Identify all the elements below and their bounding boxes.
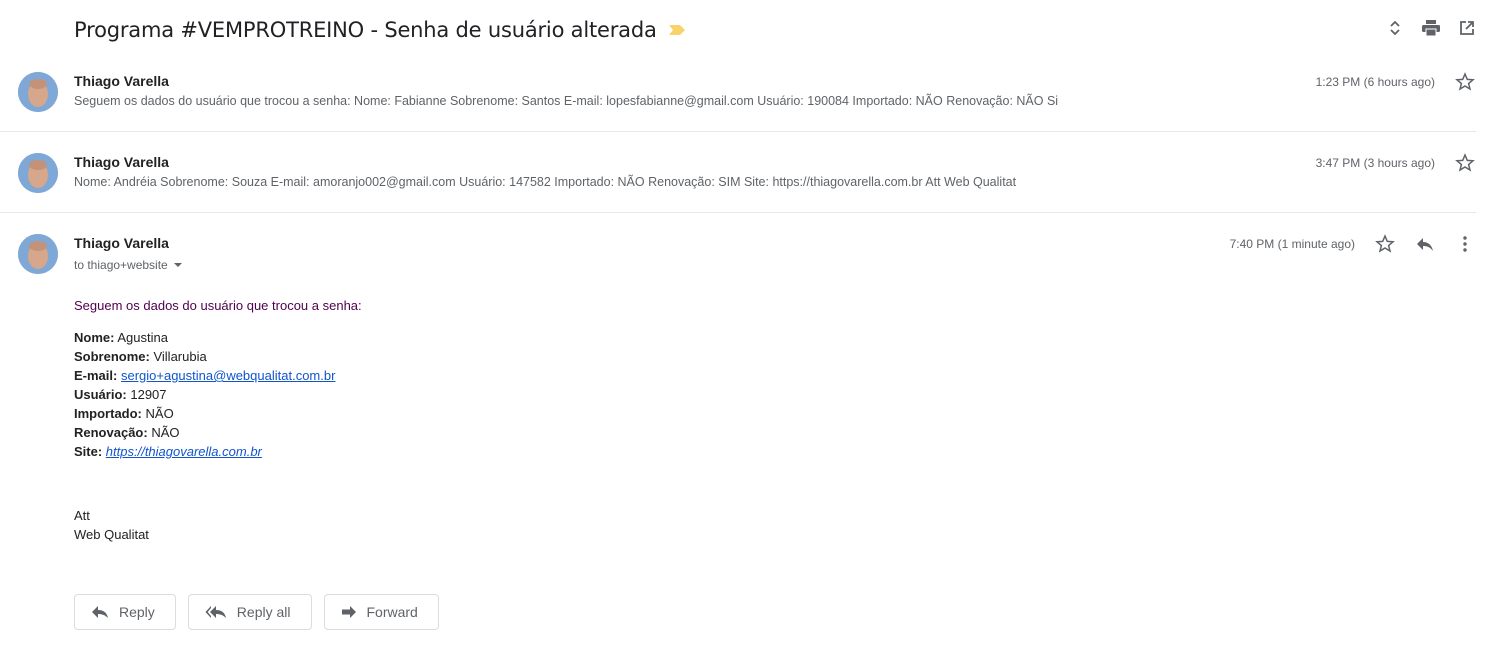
- message-collapsed-2[interactable]: Thiago Varella Nome: Andréia Sobrenome: …: [0, 133, 1476, 213]
- recipient-line[interactable]: to thiago+website: [74, 258, 182, 272]
- field-label: Importado:: [74, 406, 142, 421]
- field-label: Nome:: [74, 330, 115, 345]
- field-value: Agustina: [117, 330, 168, 345]
- reply-button[interactable]: Reply: [74, 594, 176, 630]
- forward-button[interactable]: Forward: [323, 594, 439, 630]
- thread-subject: Programa #VEMPROTREINO - Senha de usuári…: [74, 18, 657, 42]
- message-snippet: Seguem os dados do usuário que trocou a …: [74, 94, 1059, 108]
- print-icon[interactable]: [1422, 18, 1440, 38]
- avatar: [18, 234, 58, 274]
- important-marker-icon[interactable]: [668, 25, 685, 35]
- field-email: E-mail: sergio+agustina@webqualitat.com.…: [74, 366, 362, 385]
- field-renovacao: Renovação: NÃO: [74, 423, 362, 442]
- star-icon[interactable]: [1375, 234, 1395, 254]
- forward-icon: [341, 605, 357, 619]
- message-time: 7:40 PM (1 minute ago): [1229, 237, 1355, 251]
- recipient-text: to thiago+website: [74, 258, 168, 272]
- field-value: 12907: [130, 387, 167, 402]
- chevron-down-icon[interactable]: [173, 263, 182, 267]
- open-new-window-icon[interactable]: [1458, 18, 1476, 38]
- signature-line: Web Qualitat: [74, 527, 149, 542]
- signature: Att Web Qualitat: [74, 506, 362, 544]
- sender-name: Thiago Varella: [74, 235, 169, 251]
- star-icon[interactable]: [1455, 153, 1475, 173]
- reply-all-icon: [205, 605, 227, 619]
- reply-label: Reply: [119, 604, 155, 620]
- field-label: Site:: [74, 444, 103, 459]
- message-body: Seguem os dados do usuário que trocou a …: [74, 296, 362, 544]
- sender-name: Thiago Varella: [74, 154, 169, 170]
- reply-actions: Reply Reply all Forward: [74, 594, 439, 630]
- field-nome: Nome: Agustina: [74, 328, 362, 347]
- field-label: E-mail:: [74, 368, 118, 383]
- forward-label: Forward: [366, 604, 418, 620]
- site-link[interactable]: https://thiagovarella.com.br: [106, 444, 262, 459]
- field-label: Sobrenome:: [74, 349, 150, 364]
- reply-all-button[interactable]: Reply all: [187, 594, 312, 630]
- signature-line: Att: [74, 508, 90, 523]
- avatar: [18, 153, 58, 193]
- field-value: NÃO: [145, 406, 174, 421]
- field-label: Usuário:: [74, 387, 127, 402]
- star-icon[interactable]: [1455, 72, 1475, 92]
- thread-toolbar: [1386, 18, 1476, 38]
- subject-row: Programa #VEMPROTREINO - Senha de usuári…: [74, 14, 685, 46]
- field-site: Site: https://thiagovarella.com.br: [74, 442, 362, 461]
- avatar: [18, 72, 58, 112]
- sender-name: Thiago Varella: [74, 73, 169, 89]
- message-collapsed-1[interactable]: Thiago Varella Seguem os dados do usuári…: [0, 52, 1476, 132]
- reply-icon[interactable]: [1415, 234, 1435, 254]
- field-usuario: Usuário: 12907: [74, 385, 362, 404]
- field-importado: Importado: NÃO: [74, 404, 362, 423]
- field-value: Villarubia: [153, 349, 207, 364]
- body-intro: Seguem os dados do usuário que trocou a …: [74, 298, 362, 313]
- reply-icon: [91, 605, 109, 619]
- message-time: 3:47 PM (3 hours ago): [1315, 156, 1435, 170]
- field-sobrenome: Sobrenome: Villarubia: [74, 347, 362, 366]
- field-value: NÃO: [151, 425, 180, 440]
- field-label: Renovação:: [74, 425, 148, 440]
- message-time: 1:23 PM (6 hours ago): [1315, 75, 1435, 89]
- more-options-icon[interactable]: [1455, 234, 1475, 254]
- email-link[interactable]: sergio+agustina@webqualitat.com.br: [121, 368, 335, 383]
- message-snippet: Nome: Andréia Sobrenome: Souza E-mail: a…: [74, 175, 1017, 189]
- reply-all-label: Reply all: [236, 604, 291, 620]
- expand-collapse-icon[interactable]: [1386, 18, 1404, 38]
